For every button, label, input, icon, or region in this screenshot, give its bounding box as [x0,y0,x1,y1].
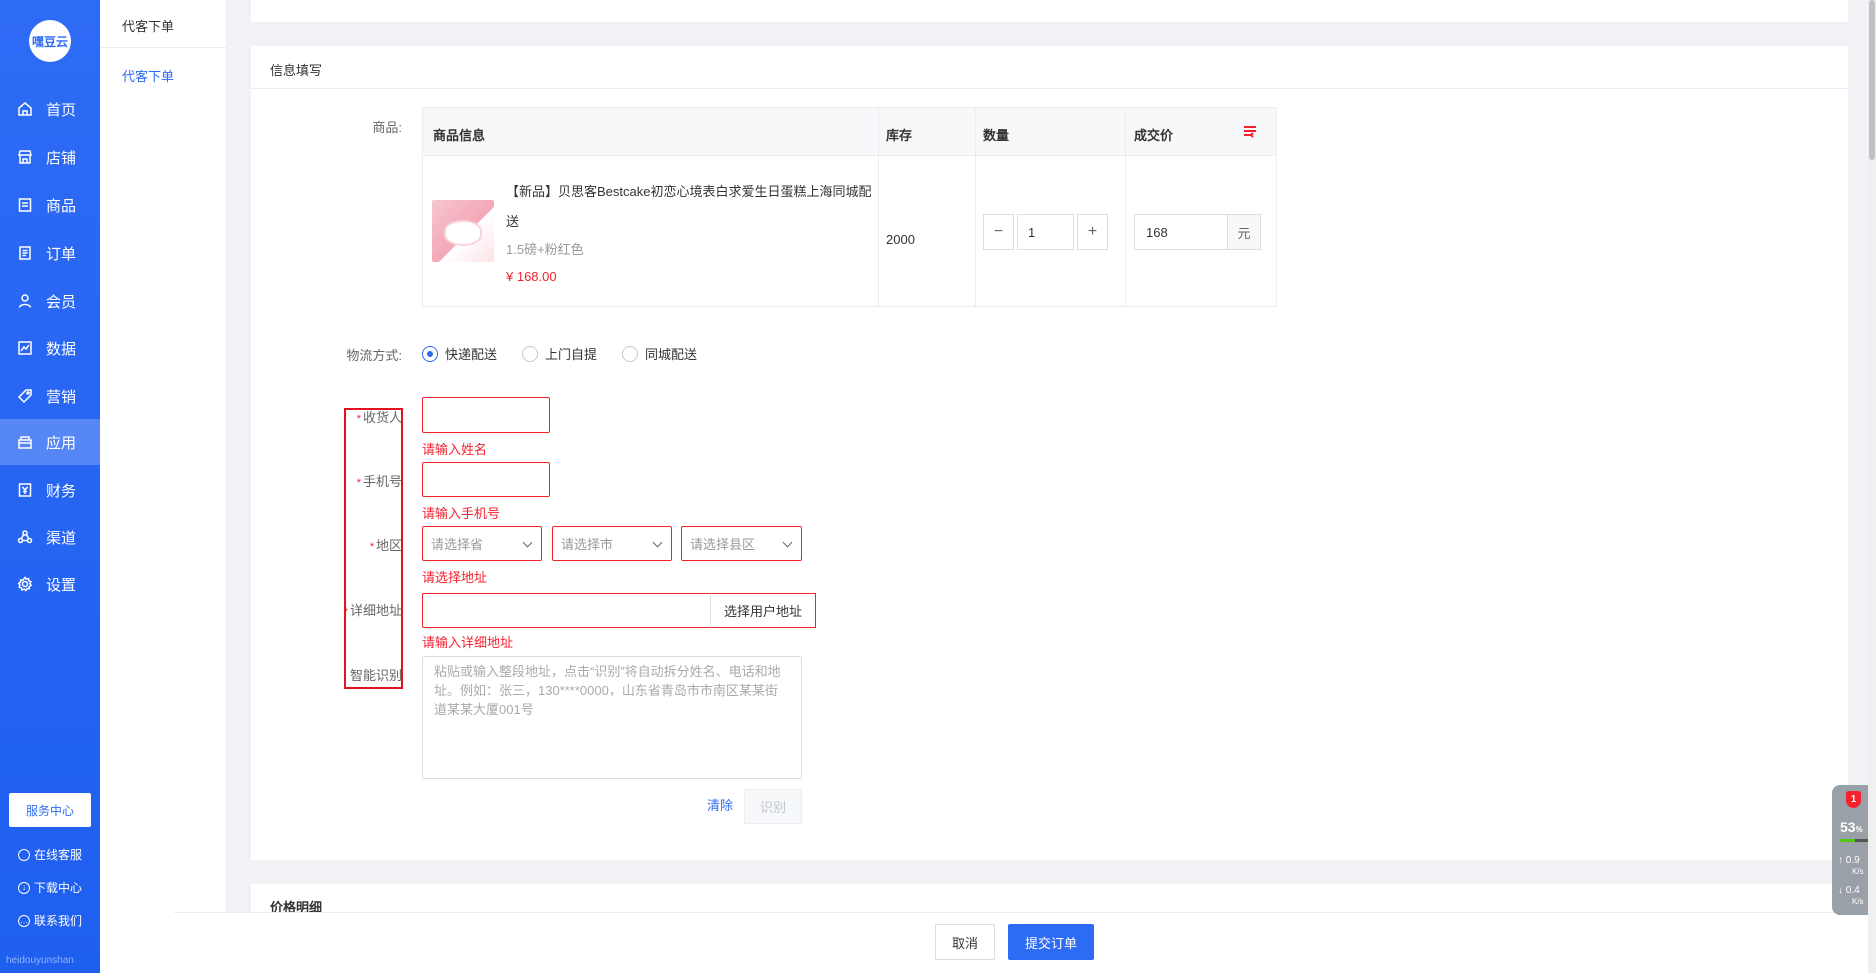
sidebar: 嘿豆云 首页 店铺 商品 订单 会员 数据 营销 应用 财务 渠道 设置 服务中… [0,0,100,973]
region-error: 请选择地址 [422,570,488,585]
contact-us-link[interactable]: … 联系我们 [18,912,82,929]
nav-item-member[interactable]: 会员 [0,278,100,324]
address-input[interactable] [422,593,711,628]
page-scrollbar[interactable] [1868,0,1876,973]
nav-item-finance[interactable]: 财务 [0,467,100,513]
nav-item-settings[interactable]: 设置 [0,561,100,607]
chat-icon: … [18,914,30,927]
recognize-button[interactable]: 识别 [744,789,802,824]
header-goods-info: 商品信息 [433,128,486,143]
chevron-down-icon [782,537,793,548]
header-stock: 库存 [886,128,913,143]
column-separator [975,108,976,306]
order-icon [19,246,31,260]
quantity-stepper: − 1 + [983,214,1108,250]
download-center-link[interactable]: ↓ 下载中心 [18,879,82,896]
clear-link[interactable]: 清除 [707,795,733,814]
select-user-address-button[interactable]: 选择用户地址 [710,593,816,628]
deal-price-field: 168 元 [1134,214,1261,250]
section-title: 信息填写 [270,63,323,78]
sub-navigation: 代客下单 代客下单 [100,0,227,973]
bottom-action-bar: 取消 提交订单 [174,912,1868,973]
store-icon [18,150,32,164]
receiver-input[interactable] [422,397,550,433]
radio-pickup[interactable]: 上门自提 [522,344,597,363]
chevron-down-icon [652,537,663,548]
nav-item-goods[interactable]: 商品 [0,182,100,228]
nav-item-home[interactable]: 首页 [0,86,100,132]
batch-edit-icon[interactable] [1241,122,1259,140]
product-price: ¥ 168.00 [506,269,557,284]
nav-item-marketing[interactable]: 营销 [0,373,100,419]
channel-icon [17,530,33,544]
goods-icon [18,198,32,212]
subnav-divider [100,47,227,48]
app-icon [18,436,32,449]
download-speed: ↓ 0.4 [1838,885,1860,896]
radio-express[interactable]: 快递配送 [422,344,497,363]
product-stock: 2000 [886,232,915,247]
download-icon: ↓ [18,881,30,894]
price-unit: 元 [1228,214,1261,250]
radio-indicator [522,345,538,362]
gear-icon [17,576,33,592]
column-separator [1125,108,1126,306]
address-error: 请输入详细地址 [422,635,514,650]
district-select[interactable]: 请选择县区 [681,526,802,561]
download-unit: K/s [1852,897,1864,906]
top-card [251,0,1848,22]
section-divider [251,88,1848,89]
cancel-button[interactable]: 取消 [935,924,995,960]
radio-local-delivery[interactable]: 同城配送 [622,344,697,363]
radio-indicator [422,345,438,362]
sidebar-footer-text: heidouyunshan [6,955,74,966]
home-icon [18,102,32,116]
nav-item-channel[interactable]: 渠道 [0,514,100,560]
product-name: 【新品】贝思客Bestcake初恋心境表白求爱生日蛋糕上海同城配送 [506,184,872,229]
goods-table: 商品信息 库存 数量 成交价 【新品】贝思客Bestcake初恋心境表白求爱生日… [422,107,1277,307]
memory-bar [1840,839,1868,842]
highlight-annotation-box [344,408,403,689]
product-sku: 1.5磅+粉红色 [506,242,584,257]
avatar-icon [18,848,30,861]
quantity-input[interactable]: 1 [1017,214,1074,250]
member-icon [18,294,32,308]
table-header: 商品信息 库存 数量 成交价 [423,108,1276,156]
shield-icon: 1 [1846,791,1861,808]
nav-item-app[interactable]: 应用 [0,419,100,465]
goods-label: 商品: [372,120,402,135]
city-select[interactable]: 请选择市 [552,526,672,561]
nav-item-order[interactable]: 订单 [0,230,100,276]
column-separator [878,108,879,306]
finance-icon [18,483,32,497]
tag-icon [17,389,32,404]
subnav-item-proxy-order[interactable]: 代客下单 [122,66,174,85]
phone-error: 请输入手机号 [422,506,501,521]
chevron-down-icon [522,537,533,548]
receiver-error: 请输入姓名 [422,442,488,457]
nav-item-store[interactable]: 店铺 [0,134,100,180]
scrollbar-thumb[interactable] [1869,0,1875,160]
smart-recognize-textarea[interactable]: 粘贴或输入整段地址，点击“识别”将自动拆分姓名、电话和地址。例如：张三，130*… [422,656,802,779]
data-icon [18,341,32,355]
header-deal-price: 成交价 [1134,128,1174,143]
product-thumbnail [432,200,494,262]
logistics-label: 物流方式: [346,348,402,363]
nav-item-data[interactable]: 数据 [0,325,100,371]
upload-speed: ↑ 0.9 [1838,855,1860,866]
decrease-button[interactable]: − [983,214,1014,250]
memory-percent: 53% [1840,819,1863,835]
radio-indicator [622,345,638,362]
service-center-button[interactable]: 服务中心 [9,793,91,827]
brand-logo[interactable]: 嘿豆云 [29,20,71,62]
increase-button[interactable]: + [1077,214,1108,250]
phone-input[interactable] [422,462,550,497]
province-select[interactable]: 请选择省 [422,526,542,561]
header-quantity: 数量 [983,128,1010,143]
subnav-title: 代客下单 [122,19,175,34]
online-service-link[interactable]: 在线客服 [18,846,82,863]
submit-order-button[interactable]: 提交订单 [1008,924,1094,960]
deal-price-input[interactable]: 168 [1134,214,1228,250]
upload-unit: K/s [1852,867,1864,876]
